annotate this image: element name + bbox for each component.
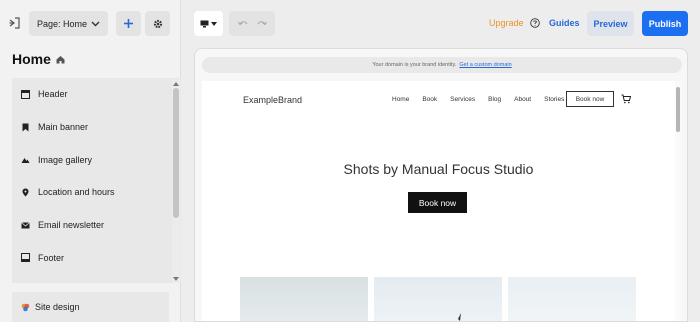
desktop-icon (200, 20, 209, 27)
gear-icon (153, 19, 162, 28)
help-icon[interactable] (530, 18, 540, 28)
bird-silhouette (458, 313, 461, 321)
device-toggle-button[interactable] (194, 11, 223, 36)
page-heading: Home (12, 51, 65, 67)
home-icon (56, 55, 65, 63)
nav-item-book[interactable]: Book (422, 96, 437, 103)
mountain-icon (21, 158, 30, 164)
nav-item-stories[interactable]: Stories (544, 96, 564, 103)
section-item-image-gallery[interactable]: Image gallery (12, 143, 181, 176)
section-label: Main banner (38, 122, 89, 133)
site-design-button[interactable]: Site design (12, 292, 169, 322)
publish-button[interactable]: Publish (642, 11, 688, 36)
frame-scrollbar[interactable] (675, 81, 681, 321)
section-list-scrollbar[interactable] (172, 80, 180, 283)
page-selector[interactable]: Page: Home (29, 11, 108, 36)
section-item-header[interactable]: Header (12, 78, 181, 111)
gallery-photo[interactable] (374, 277, 502, 321)
guides-link[interactable]: Guides (549, 18, 580, 28)
gallery-photo[interactable] (240, 277, 368, 321)
editor-sidebar: Page: Home Home Header Main banner Image… (0, 0, 181, 322)
caret-down-icon (211, 21, 217, 26)
undo-icon[interactable] (237, 20, 248, 28)
scrollbar-thumb[interactable] (173, 88, 179, 218)
cart-icon[interactable] (621, 94, 631, 104)
nav-item-blog[interactable]: Blog (488, 96, 501, 103)
site-brand-logo[interactable]: ExampleBrand (243, 95, 302, 105)
section-label: Location and hours (38, 187, 115, 198)
scroll-up-arrow-icon[interactable] (173, 82, 179, 86)
page-selector-label: Page: Home (37, 18, 88, 29)
preview-button[interactable]: Preview (587, 11, 634, 36)
section-label: Email newsletter (38, 220, 105, 231)
header-icon (21, 89, 30, 99)
exit-editor-icon[interactable] (9, 16, 21, 30)
redo-icon[interactable] (257, 20, 267, 28)
nav-item-home[interactable]: Home (392, 96, 409, 103)
upgrade-link[interactable]: Upgrade (489, 18, 524, 28)
site-design-label: Site design (35, 302, 80, 312)
palette-icon (21, 303, 30, 311)
frame-scrollbar-thumb[interactable] (676, 87, 680, 132)
site-preview-frame: Your domain is your brand identity. Get … (194, 48, 688, 322)
scroll-down-arrow-icon[interactable] (173, 277, 179, 281)
site-canvas[interactable]: ExampleBrand Home Book Services Blog Abo… (202, 81, 675, 321)
section-list: Header Main banner Image gallery Locatio… (12, 78, 181, 283)
page-settings-button[interactable] (145, 11, 170, 36)
envelope-icon (21, 221, 30, 229)
section-item-location-hours[interactable]: Location and hours (12, 176, 181, 209)
hero-title[interactable]: Shots by Manual Focus Studio (202, 161, 675, 177)
site-nav: Home Book Services Blog About Stories (392, 96, 577, 103)
undo-redo-group (229, 11, 275, 36)
section-label: Header (38, 89, 68, 100)
nav-item-services[interactable]: Services (450, 96, 475, 103)
section-label: Footer (38, 252, 65, 263)
domain-notice-bar: Your domain is your brand identity. Get … (202, 57, 682, 73)
custom-domain-link[interactable]: Get a custom domain (459, 62, 511, 68)
domain-notice-text: Your domain is your brand identity. (372, 62, 457, 68)
footer-icon (21, 253, 30, 263)
pin-icon (22, 188, 29, 197)
section-item-footer[interactable]: Footer (12, 241, 181, 274)
nav-book-now-button[interactable]: Book now (566, 91, 614, 107)
bookmark-icon (22, 123, 29, 132)
page-title: Home (12, 51, 51, 67)
add-section-button[interactable] (116, 11, 141, 36)
section-label: Image gallery (38, 154, 93, 165)
gallery-photo[interactable] (508, 277, 636, 321)
section-item-email-newsletter[interactable]: Email newsletter (12, 209, 181, 242)
nav-item-about[interactable]: About (514, 96, 531, 103)
plus-icon (124, 19, 133, 28)
chevron-down-icon (91, 21, 100, 27)
section-item-main-banner[interactable]: Main banner (12, 111, 181, 144)
hero-book-now-button[interactable]: Book now (408, 192, 467, 213)
